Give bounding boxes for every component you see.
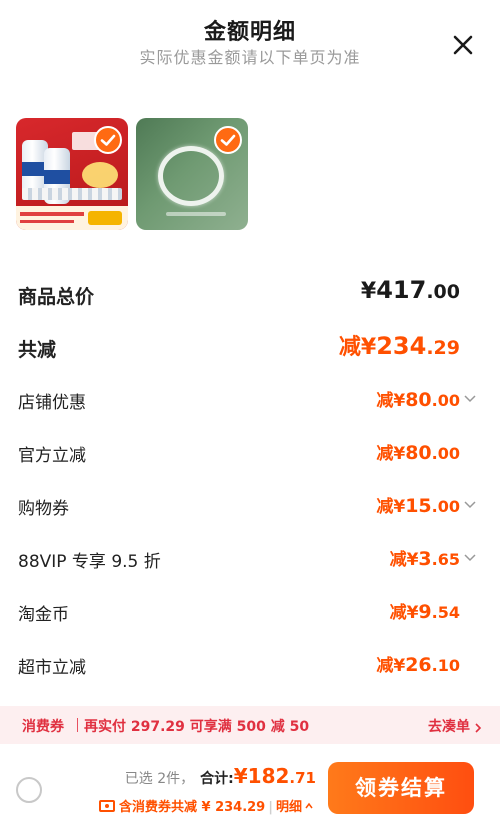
row-label: 官方立减: [18, 446, 86, 466]
coupon-bar[interactable]: 消费券 再实付 297.29 可享满 500 减 50 去凑单: [0, 706, 500, 744]
beer-product-thumbnail[interactable]: [16, 118, 128, 230]
detail-link[interactable]: 明细: [276, 800, 302, 815]
row-label: 购物券: [18, 499, 69, 519]
caption-graphic: [166, 212, 226, 216]
row-label: 商品总价: [18, 286, 95, 308]
row-value: 减¥15.00: [376, 495, 460, 517]
close-icon[interactable]: [448, 30, 478, 60]
row-shop-discount[interactable]: 店铺优惠 减¥80.00: [0, 380, 500, 420]
page-subtitle: 实际优惠金额请以下单页为准: [139, 48, 361, 67]
chevron-right-icon[interactable]: [472, 719, 484, 733]
no1-badge-graphic: [82, 162, 118, 188]
jade-ring-image: [158, 146, 224, 206]
discount-summary: 含消费券共减 ¥ 234.29: [118, 800, 266, 815]
row-supermarket-discount: 超市立减 减¥26.10: [0, 645, 500, 685]
chevron-down-icon[interactable]: [462, 496, 478, 512]
chevron-up-icon[interactable]: [304, 800, 314, 810]
discount-detail-line: 含消费券共减 ¥ 234.29 | 明细: [98, 796, 314, 815]
header: 金额明细 实际优惠金额请以下单页为准: [0, 0, 500, 80]
coupon-icon: [98, 800, 115, 812]
add-items-link[interactable]: 去凑单: [428, 716, 470, 736]
row-value: ¥417.00: [360, 276, 460, 304]
row-value: 减¥9.54: [389, 601, 460, 623]
row-value: 减¥3.65: [389, 548, 460, 570]
row-value: 减¥26.10: [376, 654, 460, 676]
row-label: 店铺优惠: [18, 393, 86, 413]
select-all-radio[interactable]: [16, 777, 42, 803]
row-official-discount: 官方立减 减¥80.00: [0, 433, 500, 473]
check-icon[interactable]: [94, 126, 122, 154]
row-label: 超市立减: [18, 658, 86, 678]
row-value: 减¥80.00: [376, 442, 460, 464]
checkout-button[interactable]: 领券结算: [328, 762, 474, 814]
page-title: 金额明细: [203, 20, 296, 45]
ring-product-thumbnail[interactable]: [136, 118, 248, 230]
row-taojinbi: 淘金币 减¥9.54: [0, 592, 500, 632]
row-total-price: 商品总价 ¥417.00: [0, 274, 500, 314]
row-value: 减¥80.00: [376, 389, 460, 411]
selected-count: 已选 2件，: [124, 771, 195, 787]
row-shopping-coupon[interactable]: 购物券 减¥15.00: [0, 486, 500, 526]
row-total-discount: 共减 减¥234.29: [0, 327, 500, 367]
coupon-description: 再实付 297.29 可享满 500 减 50: [84, 719, 310, 735]
row-label: 共减: [18, 339, 57, 361]
chevron-down-icon[interactable]: [462, 390, 478, 406]
promo-strip-graphic: [16, 206, 128, 230]
total-amount: ¥182.71: [233, 764, 316, 788]
summary-line: 已选 2件， 合计:¥182.71: [125, 764, 316, 788]
chevron-down-icon[interactable]: [462, 549, 478, 565]
divider: [77, 718, 78, 732]
row-label: 88VIP 专享 9.5 折: [18, 552, 161, 572]
product-thumbnails: [16, 118, 248, 232]
bottle-row-graphic: [22, 188, 122, 200]
row-88vip-discount[interactable]: 88VIP 专享 9.5 折 减¥3.65: [0, 539, 500, 579]
check-icon[interactable]: [214, 126, 242, 154]
coupon-label: 消费券: [22, 719, 64, 735]
row-label: 淘金币: [18, 605, 69, 625]
total-label: 合计:: [200, 771, 234, 787]
row-value: 减¥234.29: [338, 332, 460, 360]
checkout-footer: 已选 2件， 合计:¥182.71 含消费券共减 ¥ 234.29 | 明细 领券结算: [0, 744, 500, 834]
